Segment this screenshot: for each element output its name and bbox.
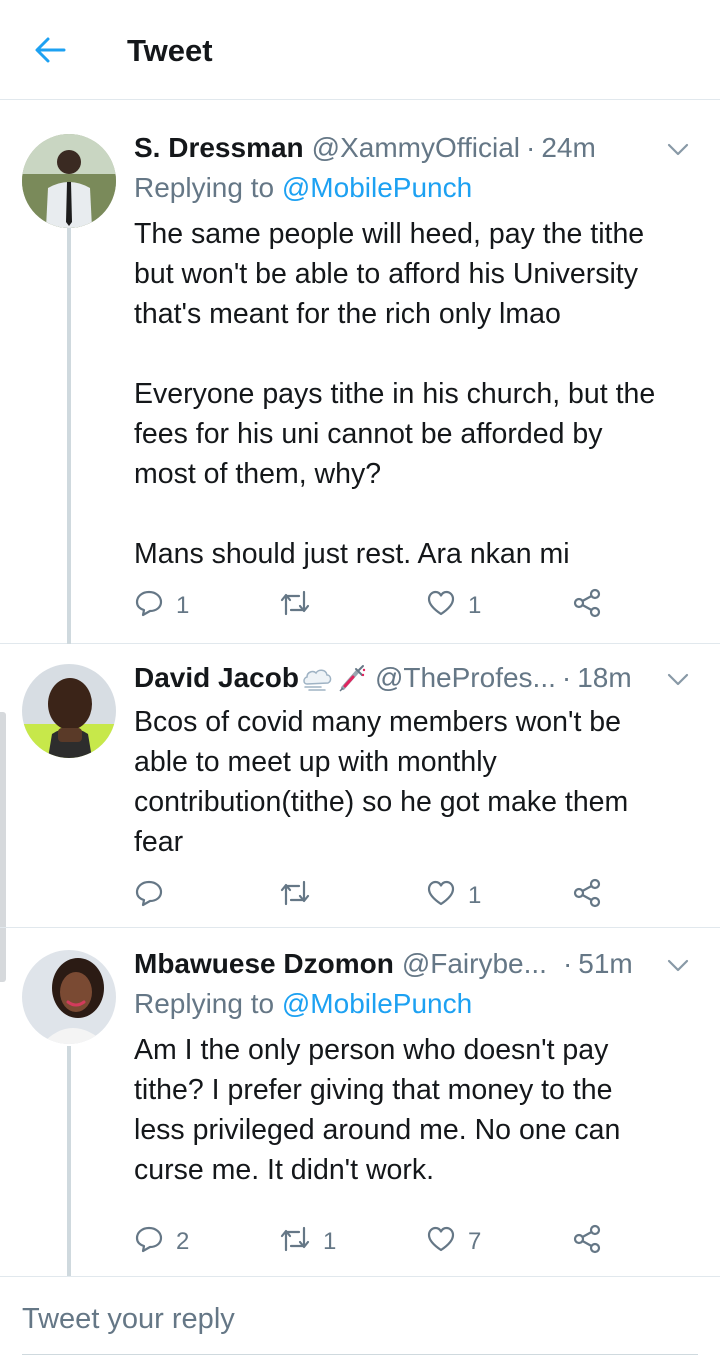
display-name[interactable]: Mbawuese Dzomon xyxy=(134,948,394,980)
reply-composer xyxy=(0,1276,720,1363)
like-count: 1 xyxy=(468,882,482,909)
tweet-actions: 2 1 7 xyxy=(134,1224,614,1260)
like-button[interactable]: 1 xyxy=(426,588,481,624)
page-title: Tweet xyxy=(127,33,213,68)
retweet-count: 1 xyxy=(323,1228,337,1255)
like-count: 7 xyxy=(468,1228,482,1255)
heart-icon xyxy=(426,1225,468,1260)
like-button[interactable]: 7 xyxy=(426,1224,481,1260)
reply-button[interactable]: 2 xyxy=(134,1224,189,1260)
reply-button[interactable]: 1 xyxy=(134,588,189,624)
tweet-text: Am I the only person who doesn't pay tit… xyxy=(134,1034,621,1186)
reply-button[interactable] xyxy=(134,878,176,914)
replying-to-line: Replying to @MobilePunch xyxy=(134,986,472,1022)
tweet-header: David Jacob @TheProfes... · 18m xyxy=(134,660,700,696)
reply-count: 1 xyxy=(176,592,190,619)
user-handle[interactable]: @TheProfes... xyxy=(375,662,556,694)
retweet-button[interactable]: 1 xyxy=(279,1224,336,1260)
user-handle[interactable]: @Fairybe... xyxy=(402,948,547,980)
mention-link[interactable]: @MobilePunch xyxy=(282,172,472,203)
thread-line xyxy=(67,220,71,644)
retweet-icon xyxy=(279,588,323,625)
top-bar: Tweet xyxy=(0,0,720,100)
reply-icon xyxy=(134,1224,176,1261)
chevron-down-icon[interactable] xyxy=(664,952,692,976)
replying-to-label: Replying to xyxy=(134,172,275,203)
user-handle[interactable]: @XammyOfficial xyxy=(312,132,520,164)
retweet-button[interactable] xyxy=(279,588,323,624)
tweet-text: The same people will heed, pay the tithe… xyxy=(134,218,656,570)
heart-icon xyxy=(426,879,468,914)
retweet-icon xyxy=(279,1224,323,1261)
avatar[interactable] xyxy=(22,950,116,1044)
avatar[interactable] xyxy=(22,664,116,758)
timestamp[interactable]: 18m xyxy=(577,662,631,694)
share-icon xyxy=(572,588,614,625)
share-icon xyxy=(572,1224,614,1261)
replying-to-line: Replying to @MobilePunch xyxy=(134,170,472,206)
separator-dot: · xyxy=(526,132,536,163)
thread-line xyxy=(67,1046,71,1276)
share-button[interactable] xyxy=(572,588,614,624)
replying-to-label: Replying to xyxy=(134,988,275,1019)
separator-dot: · xyxy=(562,948,573,979)
reply-count: 2 xyxy=(176,1228,190,1255)
display-name[interactable]: David Jacob xyxy=(134,662,299,694)
tweet-item[interactable]: Mbawuese Dzomon @Fairybe... · 51m Replyi… xyxy=(0,928,720,1276)
replies-timeline: S. Dressman @XammyOfficial · 24m Replyin… xyxy=(0,112,720,1276)
reply-icon xyxy=(134,878,176,915)
share-button[interactable] xyxy=(572,878,614,914)
separator-dot: · xyxy=(561,662,572,693)
input-underline xyxy=(22,1354,698,1355)
syringe-emoji-icon xyxy=(337,664,367,692)
timestamp[interactable]: 24m xyxy=(541,132,595,164)
back-arrow-icon[interactable] xyxy=(30,30,70,70)
share-button[interactable] xyxy=(572,1224,614,1260)
tweet-item[interactable]: S. Dressman @XammyOfficial · 24m Replyin… xyxy=(0,112,720,644)
like-button[interactable]: 1 xyxy=(426,878,481,914)
tweet-item[interactable]: David Jacob @TheProfes... · 18m Bcos of … xyxy=(0,644,720,928)
reply-icon xyxy=(134,588,176,625)
retweet-button[interactable] xyxy=(279,878,323,914)
cloud-emoji-icon xyxy=(301,664,333,692)
tweet-header: S. Dressman @XammyOfficial · 24m xyxy=(134,130,700,166)
avatar[interactable] xyxy=(22,134,116,228)
tweet-actions: 1 1 xyxy=(134,588,614,624)
tweet-text: Bcos of covid many members won't be able… xyxy=(134,706,629,858)
heart-icon xyxy=(426,589,468,624)
reply-input[interactable] xyxy=(22,1303,692,1336)
timestamp[interactable]: 51m xyxy=(578,948,632,980)
display-name[interactable]: S. Dressman xyxy=(134,132,304,164)
mention-link[interactable]: @MobilePunch xyxy=(282,988,472,1019)
share-icon xyxy=(572,878,614,915)
chevron-down-icon[interactable] xyxy=(664,666,692,690)
retweet-icon xyxy=(279,878,323,915)
tweet-actions: 1 xyxy=(134,878,614,914)
tweet-header: Mbawuese Dzomon @Fairybe... · 51m xyxy=(134,946,700,982)
like-count: 1 xyxy=(468,592,482,619)
chevron-down-icon[interactable] xyxy=(664,136,692,160)
